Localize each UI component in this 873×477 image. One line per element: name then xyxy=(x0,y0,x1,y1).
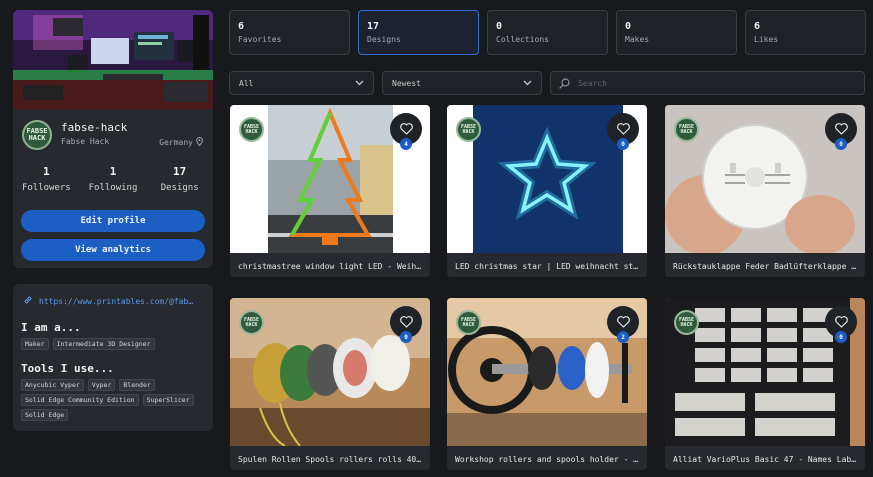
design-title[interactable]: LED christmas star | LED weihnacht stern xyxy=(455,262,641,271)
avatar-logo-text: FABSE HACK xyxy=(460,123,477,135)
category-select[interactable]: All xyxy=(229,71,374,95)
design-card[interactable]: FABSE HACK 0 LED christmas star | LED we… xyxy=(447,105,647,277)
profile-stats: 1 Followers 1 Following 17 Designs xyxy=(13,165,213,193)
author-avatar[interactable]: FABSE HACK xyxy=(674,310,699,335)
tab-count: 0 xyxy=(625,21,632,32)
stat-label: Followers xyxy=(21,183,71,193)
design-title[interactable]: Spulen Rollen Spools rollers rolls 40mm xyxy=(238,455,424,464)
avatar-logo-text: FABSE HACK xyxy=(460,316,477,328)
country-label: Germany xyxy=(159,138,193,147)
like-count: 0 xyxy=(617,138,629,150)
category-select-value: All xyxy=(239,78,254,88)
tab-count: 0 xyxy=(496,21,503,32)
like-count: 4 xyxy=(400,138,412,150)
design-title[interactable]: Rückstauklappe Feder Badlüfterklappe Ers… xyxy=(673,262,859,271)
profile-card: FABSE HACK fabse-hack Fabse Hack Germany… xyxy=(13,10,213,268)
avatar-logo-text: FABSE HACK xyxy=(678,123,695,135)
like-count: 0 xyxy=(835,138,847,150)
stat-value: 1 xyxy=(109,165,117,178)
search-input[interactable] xyxy=(578,78,838,88)
tag[interactable]: Maker xyxy=(21,338,49,350)
tab-count: 6 xyxy=(754,21,761,32)
tab-label: Designs xyxy=(367,35,401,44)
iam-tags: Maker Intermediate 3D Designer xyxy=(21,338,211,350)
design-card[interactable]: FABSE HACK 4 christmastree window light … xyxy=(230,105,430,277)
tag[interactable]: Intermediate 3D Designer xyxy=(52,338,155,350)
country: Germany xyxy=(159,137,203,148)
tab-count: 6 xyxy=(238,21,245,32)
design-title[interactable]: Workshop rollers and spools holder - Wer… xyxy=(455,455,641,464)
tag[interactable]: Solid Edge xyxy=(21,409,69,421)
avatar-logo-text: FABSE HACK xyxy=(243,123,260,135)
tag[interactable]: SuperSlicer xyxy=(142,394,194,406)
tools-tags: Anycubic Vyper Vyper Blender Solid Edge … xyxy=(21,379,211,421)
stat-value: 17 xyxy=(173,165,187,178)
heart-icon xyxy=(616,313,630,332)
stat-value: 1 xyxy=(43,165,50,178)
heart-icon xyxy=(616,120,630,139)
link-icon xyxy=(23,295,33,307)
username: fabse-hack xyxy=(61,121,128,134)
chevron-down-icon xyxy=(355,79,364,88)
tab-label: Favorites xyxy=(238,35,282,44)
edit-profile-button[interactable]: Edit profile xyxy=(21,210,205,232)
full-name: Fabse Hack xyxy=(61,137,110,146)
chevron-down-icon xyxy=(523,79,532,88)
stat-designs[interactable]: 17 Designs xyxy=(146,165,213,193)
website-link-text: https://www.printables.com/@fab… xyxy=(39,296,194,306)
author-avatar[interactable]: FABSE HACK xyxy=(239,117,264,142)
design-card[interactable]: FABSE HACK 0 Alliat VarioPlus Basic 47 -… xyxy=(665,298,865,470)
tag[interactable]: Vyper xyxy=(87,379,116,391)
stat-following[interactable]: 1 Following xyxy=(80,165,147,193)
view-analytics-button[interactable]: View analytics xyxy=(21,239,205,261)
stat-label: Designs xyxy=(160,183,199,193)
like-count: 0 xyxy=(400,331,412,343)
avatar[interactable]: FABSE HACK xyxy=(22,120,52,150)
avatar-logo-text: FABSE HACK xyxy=(678,316,695,328)
sort-select[interactable]: Newest xyxy=(382,71,542,95)
author-avatar[interactable]: FABSE HACK xyxy=(456,310,481,335)
design-card[interactable]: FABSE HACK 0 Spulen Rollen Spools roller… xyxy=(230,298,430,470)
tag[interactable]: Blender xyxy=(119,379,155,391)
author-avatar[interactable]: FABSE HACK xyxy=(239,310,264,335)
tab-collections[interactable]: 0 Collections xyxy=(487,10,608,55)
location-pin-icon xyxy=(196,137,203,148)
tag[interactable]: Solid Edge Community Edition xyxy=(21,394,139,406)
stat-label: Following xyxy=(88,183,138,193)
design-card[interactable]: FABSE HACK 0 Rückstauklappe Feder Badlüf… xyxy=(665,105,865,277)
design-title[interactable]: Alliat VarioPlus Basic 47 - Names Labels xyxy=(673,455,859,464)
heart-icon xyxy=(399,120,413,139)
heart-icon xyxy=(834,120,848,139)
profile-tabs: 6 Favorites 17 Designs 0 Collections 0 M… xyxy=(229,10,866,55)
about-card: https://www.printables.com/@fab… I am a.… xyxy=(13,284,213,431)
avatar-logo-text: FABSE HACK xyxy=(26,127,48,142)
tab-designs[interactable]: 17 Designs xyxy=(358,10,479,55)
tools-heading: Tools I use... xyxy=(21,362,114,375)
tab-count: 17 xyxy=(367,21,380,32)
website-link[interactable]: https://www.printables.com/@fab… xyxy=(23,295,193,307)
tab-label: Collections xyxy=(496,35,549,44)
like-count: 0 xyxy=(835,331,847,343)
avatar-logo-text: FABSE HACK xyxy=(243,316,260,328)
iam-heading: I am a... xyxy=(21,321,81,334)
like-count: 2 xyxy=(617,331,629,343)
tag[interactable]: Anycubic Vyper xyxy=(21,379,84,391)
tab-label: Likes xyxy=(754,35,779,44)
tab-label: Makes xyxy=(625,35,650,44)
sort-select-value: Newest xyxy=(392,78,421,88)
tab-likes[interactable]: 6 Likes xyxy=(745,10,866,55)
profile-cover-image xyxy=(13,10,213,109)
author-avatar[interactable]: FABSE HACK xyxy=(456,117,481,142)
heart-icon xyxy=(834,313,848,332)
tab-favorites[interactable]: 6 Favorites xyxy=(229,10,350,55)
design-card[interactable]: FABSE HACK 2 Workshop rollers and spools… xyxy=(447,298,647,470)
stat-followers[interactable]: 1 Followers xyxy=(13,165,80,193)
tab-makes[interactable]: 0 Makes xyxy=(616,10,737,55)
search-icon xyxy=(559,74,570,93)
author-avatar[interactable]: FABSE HACK xyxy=(674,117,699,142)
search-box[interactable] xyxy=(550,71,865,95)
heart-icon xyxy=(399,313,413,332)
design-title[interactable]: christmastree window light LED - Weihnac… xyxy=(238,262,424,271)
